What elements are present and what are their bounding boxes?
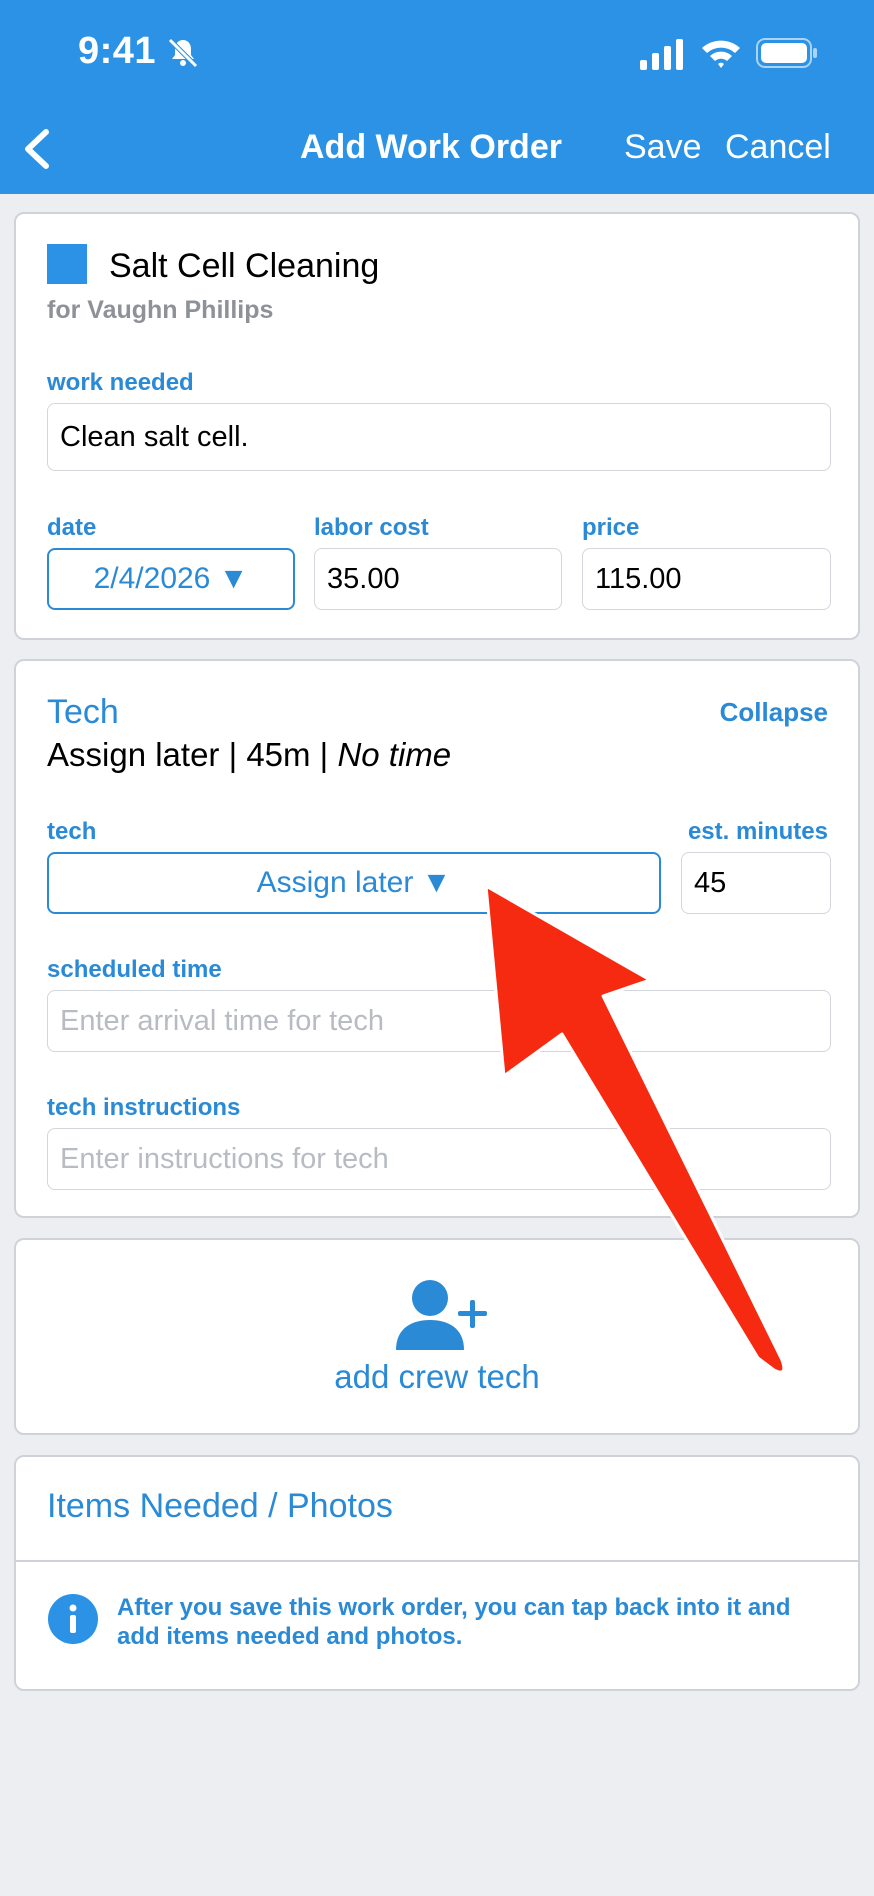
signal-icon [640,39,683,70]
scheduled-time-label: scheduled time [47,956,222,983]
items-needed-heading: Items Needed / Photos [47,1487,393,1525]
add-person-icon [396,1280,487,1350]
work-needed-label: work needed [47,369,194,396]
est-minutes-label: est. minutes [687,818,828,845]
price-field[interactable]: 115.00 [582,548,831,610]
date-picker[interactable]: 2/4/2026 ▼ [47,548,295,610]
page-title: Add Work Order [300,128,562,166]
header-bar: 9:41 Add Work Order Save Cancel [0,0,874,194]
add-crew-tech-button[interactable]: add crew tech [14,1238,860,1435]
wifi-icon [702,40,740,68]
status-time: 9:41 [78,30,157,72]
work-order-title: Salt Cell Cleaning [109,247,380,285]
back-chevron-icon[interactable] [18,126,58,172]
bell-mute-icon [168,38,198,68]
tech-summary: Assign later | 45m | No time [47,736,452,773]
work-needed-field[interactable]: Clean salt cell. [47,403,831,471]
scheduled-time-input[interactable]: Enter arrival time for tech [47,990,831,1052]
date-label: date [47,514,97,541]
tech-card: Tech Collapse Assign later | 45m | No ti… [14,659,860,1218]
cancel-button[interactable]: Cancel [725,128,831,167]
items-info-text: After you save this work order, you can … [117,1594,791,1650]
battery-icon [756,38,817,68]
labor-cost-field[interactable]: 35.00 [314,548,562,610]
labor-cost-label: labor cost [314,514,429,541]
save-button[interactable]: Save [624,128,702,167]
tech-label: tech [47,818,97,845]
collapse-button[interactable]: Collapse [720,697,828,728]
tech-select[interactable]: Assign later ▼ [47,852,661,914]
info-icon [48,1594,98,1644]
divider [16,1560,858,1562]
customer-name: for Vaughn Phillips [47,296,274,324]
est-minutes-field[interactable]: 45 [681,852,831,914]
add-crew-tech-label: add crew tech [334,1358,540,1395]
tech-instructions-label: tech instructions [47,1094,241,1121]
tech-heading: Tech [47,693,119,731]
items-needed-card: Items Needed / Photos After you save thi… [14,1455,860,1691]
tech-instructions-input[interactable]: Enter instructions for tech [47,1128,831,1190]
color-swatch[interactable] [47,244,87,284]
price-label: price [582,514,640,541]
work-order-card: Salt Cell Cleaning for Vaughn Phillips w… [14,212,860,640]
